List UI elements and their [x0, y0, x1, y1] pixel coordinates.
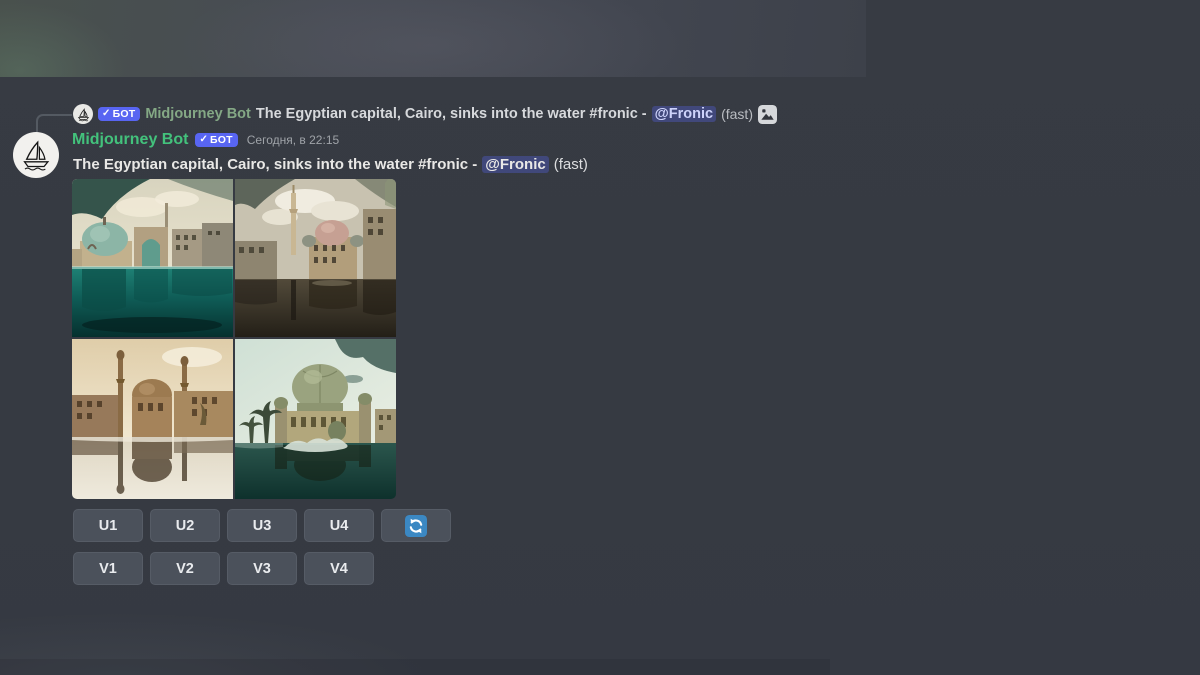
quadrant-4-art [235, 339, 396, 499]
verified-check-icon: ✓ [102, 109, 111, 119]
bottom-shade [0, 659, 830, 675]
generated-image-quadrant-3[interactable] [72, 339, 233, 499]
reply-spine [36, 114, 72, 133]
reply-preview-row[interactable]: ✓БОТ Midjourney Bot The Egyptian capital… [73, 103, 777, 125]
variation-button-v4[interactable]: V4 [304, 552, 374, 585]
generated-image-grid[interactable] [72, 179, 396, 499]
reply-avatar[interactable] [73, 104, 93, 124]
verified-check-icon: ✓ [199, 135, 208, 145]
variation-button-v3[interactable]: V3 [227, 552, 297, 585]
quadrant-3-art [72, 339, 233, 499]
message-username[interactable]: Midjourney Bot [72, 131, 188, 149]
variation-button-v1[interactable]: V1 [73, 552, 143, 585]
counterclockwise-arrows-icon [405, 515, 427, 537]
message-timestamp: Сегодня, в 22:15 [245, 133, 339, 147]
generated-image-quadrant-1[interactable] [72, 179, 233, 337]
upscale-button-u2[interactable]: U2 [150, 509, 220, 542]
sailboat-icon [76, 107, 91, 122]
variation-button-v2[interactable]: V2 [150, 552, 220, 585]
message-header: Midjourney Bot ✓БОТ Сегодня, в 22:15 [72, 130, 339, 150]
message-avatar[interactable] [13, 132, 59, 178]
message-content: The Egyptian capital, Cairo, sinks into … [73, 154, 588, 175]
image-icon [758, 105, 777, 124]
component-row-1: U1 U2 U3 U4 [73, 509, 451, 542]
generated-image-quadrant-2[interactable] [235, 179, 396, 337]
message-mention[interactable]: @Fronic [482, 156, 548, 173]
message-text: The Egyptian capital, Cairo, sinks into … [73, 156, 477, 173]
message-suffix: (fast) [554, 156, 588, 173]
sailboat-icon [19, 138, 53, 172]
quadrant-1-art [72, 179, 233, 337]
upscale-button-u3[interactable]: U3 [227, 509, 297, 542]
upscale-button-u4[interactable]: U4 [304, 509, 374, 542]
reroll-button[interactable] [381, 509, 451, 542]
message-bot-badge: ✓БОТ [195, 133, 237, 148]
generated-image-quadrant-4[interactable] [235, 339, 396, 499]
reply-mention[interactable]: @Fronic [652, 106, 716, 122]
component-row-2: V1 V2 V3 V4 [73, 552, 374, 585]
reply-suffix: (fast) [721, 106, 753, 122]
top-banner [0, 0, 866, 77]
quadrant-2-art [235, 179, 396, 337]
upscale-button-u1[interactable]: U1 [73, 509, 143, 542]
reply-username[interactable]: Midjourney Bot [145, 106, 251, 122]
reply-bot-badge: ✓БОТ [98, 107, 140, 122]
discord-chat-window: ✓БОТ Midjourney Bot The Egyptian capital… [0, 0, 1200, 675]
reply-message-text[interactable]: The Egyptian capital, Cairo, sinks into … [256, 106, 647, 122]
